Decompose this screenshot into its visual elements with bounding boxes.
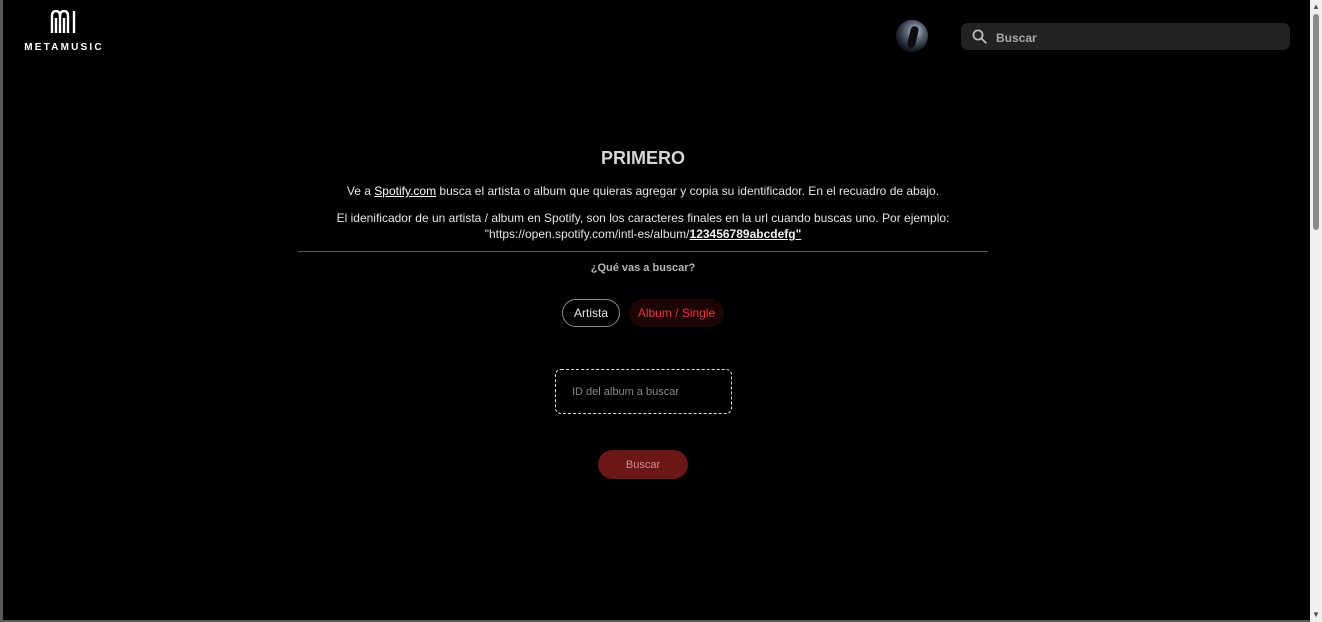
brand-name: METAMUSIC bbox=[24, 42, 104, 53]
search-input[interactable] bbox=[994, 23, 1278, 52]
window-left-border bbox=[0, 0, 3, 622]
brand-logo[interactable]: METAMUSIC bbox=[24, 10, 104, 53]
album-id-input[interactable] bbox=[556, 370, 731, 413]
example-url-id: 123456789abcdefg" bbox=[689, 227, 802, 241]
instruction-suffix: busca el artista o album que quieras agr… bbox=[436, 184, 940, 198]
example-text: El idenificador de un artista / album en… bbox=[0, 210, 1286, 242]
page-title: PRIMERO bbox=[600, 148, 685, 168]
spotify-link[interactable]: Spotify.com bbox=[374, 184, 436, 198]
search-type-question: ¿Qué vas a buscar? bbox=[590, 262, 696, 274]
user-avatar[interactable] bbox=[896, 20, 928, 52]
search-icon bbox=[972, 29, 987, 44]
vertical-scrollbar[interactable]: ▲ ▼ bbox=[1310, 0, 1322, 622]
divider bbox=[298, 251, 988, 252]
instruction-prefix: Ve a bbox=[346, 184, 375, 198]
instruction-text: Ve a Spotify.com busca el artista o albu… bbox=[0, 184, 1286, 198]
scroll-down-arrow-icon[interactable]: ▼ bbox=[1310, 610, 1322, 620]
option-artista-button[interactable]: Artista bbox=[562, 299, 620, 327]
example-url: "https://open.spotify.com/intl-es/album/… bbox=[0, 226, 1286, 242]
metamusic-logo-icon bbox=[50, 10, 76, 33]
search-bar[interactable] bbox=[961, 23, 1290, 52]
example-url-prefix: "https://open.spotify.com/intl-es/album/ bbox=[484, 227, 690, 241]
option-album-single-button[interactable]: Album / Single bbox=[629, 299, 724, 327]
album-id-field[interactable] bbox=[555, 369, 732, 414]
scroll-up-arrow-icon[interactable]: ▲ bbox=[1310, 2, 1322, 12]
scrollbar-thumb[interactable] bbox=[1313, 14, 1319, 230]
search-submit-button[interactable]: Buscar bbox=[598, 450, 688, 479]
example-line: El idenificador de un artista / album en… bbox=[336, 211, 950, 225]
